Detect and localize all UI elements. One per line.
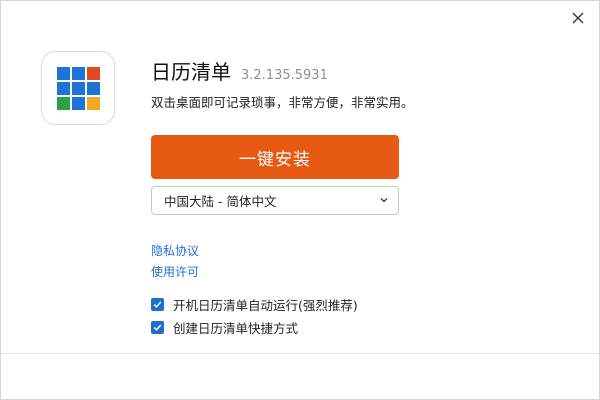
checkmark-icon	[153, 324, 162, 331]
chevron-down-icon	[380, 198, 388, 203]
shortcut-label: 创建日历清单快捷方式	[173, 321, 299, 336]
license-link[interactable]: 使用许可	[151, 263, 199, 280]
shortcut-option[interactable]: 创建日历清单快捷方式	[151, 318, 298, 337]
close-icon	[572, 12, 584, 24]
footer-divider	[1, 353, 599, 354]
icon-grid-cell	[86, 96, 100, 110]
icon-grid-cell	[86, 81, 100, 95]
autostart-option[interactable]: 开机日历清单自动运行(强烈推荐)	[151, 295, 358, 314]
privacy-link[interactable]: 隐私协议	[151, 242, 199, 259]
icon-grid-cell	[56, 96, 70, 110]
app-logo	[41, 51, 115, 125]
shortcut-checkbox[interactable]	[151, 321, 164, 334]
language-select-value: 中国大陆 - 简体中文	[164, 194, 277, 209]
icon-grid-cell	[71, 66, 85, 80]
language-select[interactable]: 中国大陆 - 简体中文	[151, 186, 399, 215]
app-title: 日历清单	[151, 60, 231, 84]
autostart-checkbox[interactable]	[151, 298, 164, 311]
installer-window: 日历清单 3.2.135.5931 双击桌面即可记录琐事，非常方便，非常实用。 …	[0, 0, 600, 400]
close-button[interactable]	[567, 7, 589, 29]
checkmark-icon	[153, 301, 162, 308]
icon-grid-cell	[56, 66, 70, 80]
autostart-label: 开机日历清单自动运行(强烈推荐)	[173, 298, 358, 313]
icon-grid-cell	[86, 66, 100, 80]
icon-grid-cell	[71, 96, 85, 110]
version-label: 3.2.135.5931	[241, 68, 328, 83]
icon-grid-cell	[71, 81, 85, 95]
icon-grid-cell	[56, 81, 70, 95]
app-tagline: 双击桌面即可记录琐事，非常方便，非常实用。	[151, 95, 414, 110]
install-button[interactable]: 一键安装	[151, 135, 399, 179]
title-row: 日历清单 3.2.135.5931	[151, 56, 328, 85]
calendar-grid-icon	[56, 66, 100, 110]
